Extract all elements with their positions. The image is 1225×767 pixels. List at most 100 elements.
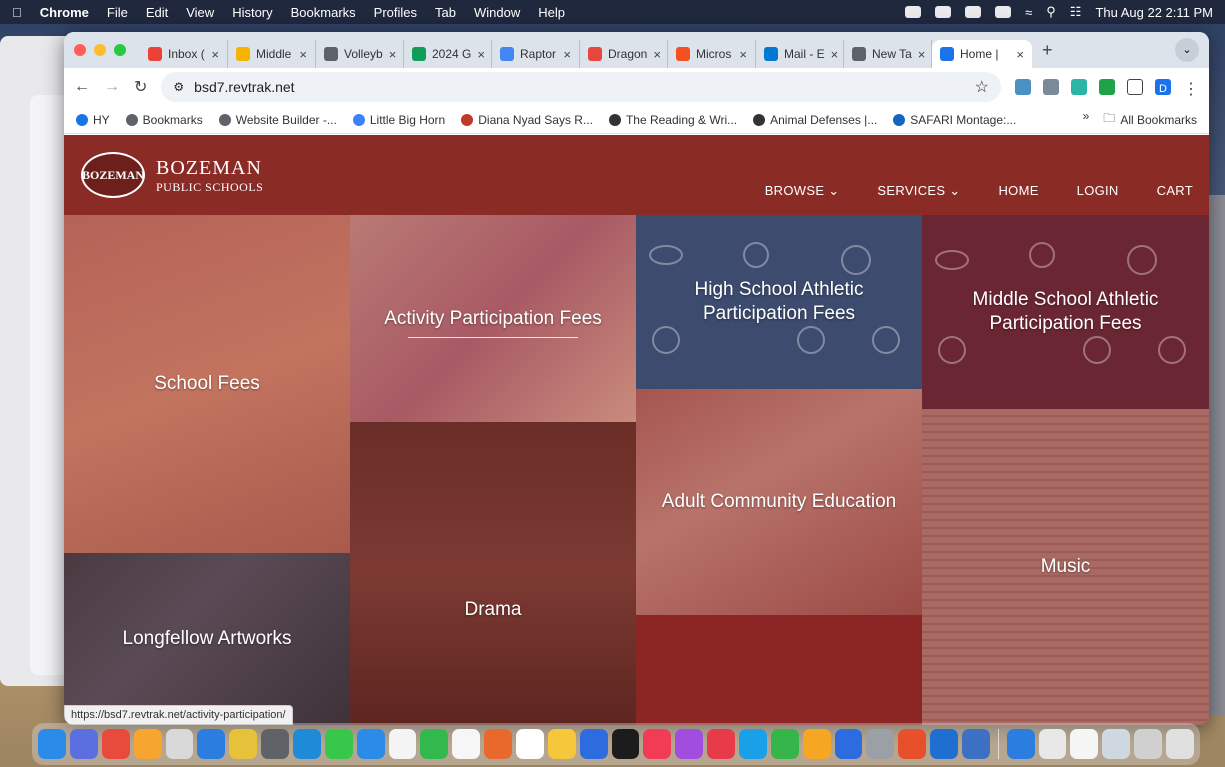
browser-tab[interactable]: Inbox (× <box>140 40 228 68</box>
browser-tab[interactable]: 2024 G × <box>404 40 492 68</box>
menu-profiles[interactable]: Profiles <box>374 5 417 20</box>
menu-tab[interactable]: Tab <box>435 5 456 20</box>
new-tab-button[interactable]: + <box>1042 40 1053 61</box>
dock-app-icon[interactable] <box>675 729 704 759</box>
profile-avatar[interactable]: D <box>1155 79 1171 95</box>
dock-app-icon[interactable] <box>611 729 640 759</box>
menu-window[interactable]: Window <box>474 5 520 20</box>
apple-icon[interactable]:  <box>12 5 22 20</box>
dock-app-icon[interactable] <box>1070 729 1099 759</box>
dock-app-icon[interactable] <box>38 729 66 759</box>
dock-app-icon[interactable] <box>866 729 895 759</box>
status-app-icon[interactable] <box>965 6 982 18</box>
nav-login[interactable]: LOGIN <box>1077 183 1119 199</box>
extension-icon[interactable] <box>1071 79 1087 95</box>
tab-search-chevron-icon[interactable]: ⌄ <box>1175 38 1199 62</box>
close-tab-icon[interactable]: × <box>211 47 219 62</box>
reload-icon[interactable]: ↻ <box>134 77 147 97</box>
browser-tab[interactable]: Micros × <box>668 40 756 68</box>
dock-app-icon[interactable] <box>547 729 576 759</box>
menu-bookmarks[interactable]: Bookmarks <box>291 5 356 20</box>
dock-app-icon[interactable] <box>643 729 672 759</box>
nav-services[interactable]: SERVICES ⌄ <box>877 183 960 199</box>
dock-app-icon[interactable] <box>356 729 385 759</box>
status-app-icon[interactable] <box>905 6 922 18</box>
status-app-icon[interactable] <box>935 6 952 18</box>
nav-browse[interactable]: BROWSE ⌄ <box>765 183 840 199</box>
close-tab-icon[interactable]: × <box>1016 47 1024 62</box>
extension-icon[interactable] <box>1099 79 1115 95</box>
extensions-puzzle-icon[interactable] <box>1127 79 1143 95</box>
tile-drama[interactable]: Drama <box>350 422 636 725</box>
close-tab-icon[interactable]: × <box>918 47 926 62</box>
bookmark-item[interactable]: Website Builder -... <box>218 113 337 127</box>
dock-app-icon[interactable] <box>69 729 98 759</box>
tile-music[interactable]: Music <box>922 409 1209 725</box>
browser-tab[interactable]: Dragon × <box>580 40 668 68</box>
address-bar[interactable]: ⚙ bsd7.revtrak.net ☆ <box>161 72 1001 102</box>
dock-app-icon[interactable] <box>930 729 958 759</box>
dock-app-icon[interactable] <box>961 729 990 759</box>
browser-tab[interactable]: Raptor × <box>492 40 580 68</box>
bookmark-item[interactable]: Little Big Horn <box>352 113 445 127</box>
dock-app-icon[interactable] <box>579 729 608 759</box>
menu-app-name[interactable]: Chrome <box>40 5 89 20</box>
nav-cart[interactable]: CART <box>1157 183 1193 199</box>
close-tab-icon[interactable]: × <box>739 47 747 62</box>
bookmark-item[interactable]: Animal Defenses |... <box>753 113 877 127</box>
school-logo[interactable]: BOZEMAN <box>81 152 145 198</box>
menu-help[interactable]: Help <box>538 5 565 20</box>
bookmark-item[interactable]: HY <box>76 113 110 127</box>
browser-tab[interactable]: New Ta × <box>844 40 932 68</box>
menu-view[interactable]: View <box>186 5 214 20</box>
zoom-window-button[interactable] <box>114 44 126 56</box>
site-info-icon[interactable]: ⚙ <box>173 80 184 94</box>
chrome-menu-icon[interactable]: ⋮ <box>1183 79 1199 98</box>
close-tab-icon[interactable]: × <box>563 47 571 62</box>
dock-app-icon[interactable] <box>229 729 258 759</box>
tile-bottom-empty[interactable] <box>636 615 922 725</box>
tile-longfellow-artworks[interactable]: Longfellow Artworks <box>64 553 350 725</box>
browser-tab[interactable]: Home | × <box>932 40 1032 68</box>
dock-app-icon[interactable] <box>1006 729 1035 759</box>
dock-app-icon[interactable] <box>292 729 321 759</box>
all-bookmarks-button[interactable]: 🗀 All Bookmarks <box>1103 109 1197 130</box>
spotlight-search-icon[interactable]: ⚲ <box>1046 4 1056 20</box>
dock-app-icon[interactable] <box>324 729 353 759</box>
more-bookmarks-chevron-icon[interactable]: » <box>1083 109 1090 130</box>
nav-home[interactable]: HOME <box>998 183 1038 199</box>
tile-activity-participation-fees[interactable]: Activity Participation Fees <box>350 215 636 422</box>
close-tab-icon[interactable]: × <box>831 47 839 62</box>
dock-app-icon[interactable] <box>898 729 927 759</box>
dock-app-icon[interactable] <box>197 729 226 759</box>
back-arrow-icon[interactable]: ← <box>74 78 90 96</box>
dock-app-icon[interactable] <box>834 729 863 759</box>
browser-tab[interactable]: Middle × <box>228 40 316 68</box>
battery-icon[interactable] <box>995 6 1012 18</box>
control-center-icon[interactable]: ☷ <box>1070 4 1082 20</box>
minimize-window-button[interactable] <box>94 44 106 56</box>
site-brand[interactable]: BOZEMAN PUBLIC SCHOOLS <box>156 157 263 195</box>
close-tab-icon[interactable]: × <box>477 47 485 62</box>
bookmark-item[interactable]: Bookmarks <box>125 113 203 127</box>
menu-history[interactable]: History <box>232 5 272 20</box>
tile-adult-community-education[interactable]: Adult Community Education <box>636 389 922 615</box>
close-tab-icon[interactable]: × <box>653 47 661 62</box>
menubar-clock[interactable]: Thu Aug 22 2:11 PM <box>1095 5 1213 20</box>
bookmark-item[interactable]: SAFARI Montage:... <box>893 113 1016 127</box>
extension-icon[interactable] <box>1015 79 1031 95</box>
dock-app-icon[interactable] <box>1134 729 1163 759</box>
dock-app-icon[interactable] <box>484 729 512 759</box>
close-window-button[interactable] <box>74 44 86 56</box>
tile-high-school-athletic-fees[interactable]: High School Athletic Participation Fees <box>636 215 922 389</box>
dock-app-icon[interactable] <box>165 729 194 759</box>
menu-edit[interactable]: Edit <box>146 5 168 20</box>
dock-app-icon[interactable] <box>1166 729 1194 759</box>
dock-app-icon[interactable] <box>101 729 130 759</box>
menu-file[interactable]: File <box>107 5 128 20</box>
forward-arrow-icon[interactable]: → <box>104 78 120 96</box>
dock-app-icon[interactable] <box>1102 729 1131 759</box>
tile-middle-school-athletic-fees[interactable]: Middle School Athletic Participation Fee… <box>922 215 1209 409</box>
dock-app-icon[interactable] <box>261 729 289 759</box>
url-text[interactable]: bsd7.revtrak.net <box>194 79 294 95</box>
